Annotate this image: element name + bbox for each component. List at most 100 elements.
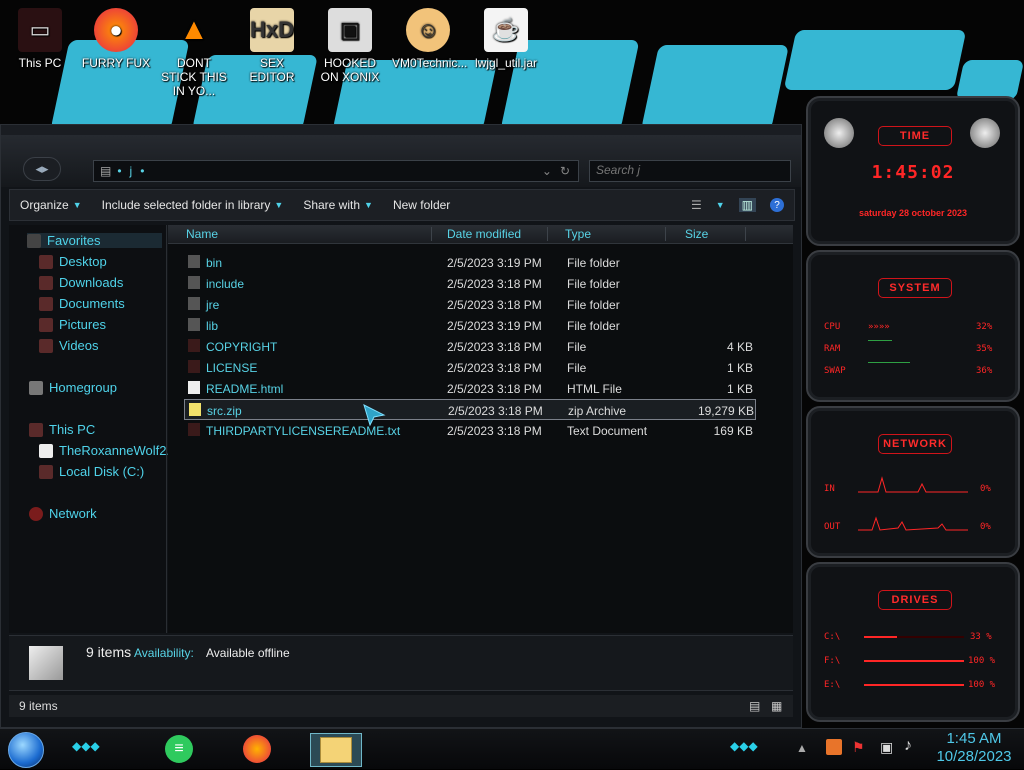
nav-item-network[interactable]: Network xyxy=(29,506,97,521)
view-options-icon[interactable]: ☰ xyxy=(691,198,702,212)
nav-item-homegroup[interactable]: Homegroup xyxy=(29,380,117,395)
folder-icon xyxy=(188,297,200,310)
computer-icon xyxy=(29,422,43,437)
window-title-bar[interactable] xyxy=(1,125,801,135)
network-icon[interactable]: ▣ xyxy=(880,739,893,756)
nav-item-pictures[interactable]: Pictures xyxy=(39,317,106,332)
desktop-icon-hooked-on-xonix[interactable]: ▣ HOOKED ON XONIX xyxy=(314,8,386,84)
preview-pane-icon[interactable]: ▥ xyxy=(738,198,756,212)
nav-item-label: Local Disk (C:) xyxy=(59,464,145,479)
java-update-icon[interactable] xyxy=(826,739,842,755)
nav-item-videos[interactable]: Videos xyxy=(39,338,99,353)
nav-item-local-disk[interactable]: Local Disk (C:) xyxy=(39,464,144,479)
java-icon: ☕ xyxy=(484,8,528,52)
chevron-down-icon[interactable]: ▼ xyxy=(716,200,725,210)
file-size: 4 KB xyxy=(726,340,753,354)
file-name: README.html xyxy=(206,382,284,396)
drives-gadget[interactable]: DRIVES C:\ 33 % F:\ 100 % E:\ 100 % xyxy=(806,562,1020,722)
column-header-name[interactable]: Name xyxy=(178,227,432,241)
nav-item-downloads[interactable]: Downloads xyxy=(39,275,123,290)
alien-head-icon xyxy=(970,118,1000,148)
file-type: File folder xyxy=(567,319,620,333)
taskbar-app-notes[interactable]: ≡ xyxy=(158,733,200,765)
include-in-library-button[interactable]: Include selected folder in library ▼ xyxy=(92,198,294,212)
nav-item-label: This PC xyxy=(49,422,96,437)
column-header-date[interactable]: Date modified xyxy=(441,227,548,241)
system-gadget[interactable]: SYSTEM CPU »»»» 32% RAM 35% SWAP 36% xyxy=(806,250,1020,402)
time-gadget[interactable]: TIME 1:45:02 saturday 28 october 2023 xyxy=(806,96,1020,246)
taskbar-app-file-explorer[interactable] xyxy=(310,733,362,767)
column-header-size[interactable]: Size xyxy=(681,227,746,241)
file-row[interactable]: include 2/5/2023 3:18 PM File folder xyxy=(168,273,758,294)
new-folder-button[interactable]: New folder xyxy=(383,198,460,212)
file-name: jre xyxy=(206,298,220,312)
organize-button[interactable]: Organize ▼ xyxy=(10,198,92,212)
file-date: 2/5/2023 3:18 PM xyxy=(447,361,542,375)
file-row-selected[interactable]: src.zip 2/5/2023 3:18 PM zip Archive 19,… xyxy=(184,399,756,420)
help-icon[interactable]: ? xyxy=(770,198,784,212)
desktop-icon-furry-fux[interactable]: ● FURRY FUX xyxy=(80,8,152,70)
nav-item-user[interactable]: TheRoxanneWolf2... xyxy=(39,443,177,458)
file-row[interactable]: bin 2/5/2023 3:19 PM File folder xyxy=(168,252,758,273)
multiple-items-icon xyxy=(29,646,63,680)
text-file-icon xyxy=(188,423,200,436)
show-hidden-icons-icon[interactable]: ▲ xyxy=(796,741,808,755)
chevron-right-icon[interactable]: • xyxy=(140,164,144,178)
dropdown-arrow-icon[interactable]: ⌄ xyxy=(542,164,552,178)
availability-label: Availability: xyxy=(134,646,194,660)
network-gadget[interactable]: NETWORK IN 0% OUT 0% xyxy=(806,406,1020,558)
start-button[interactable] xyxy=(8,732,44,768)
details-view-icon[interactable]: ▤ xyxy=(749,699,760,713)
column-header-row: Name Date modified Type Size xyxy=(168,225,793,244)
file-row[interactable]: lib 2/5/2023 3:19 PM File folder xyxy=(168,315,758,336)
taskbar-app-firefox[interactable] xyxy=(236,733,278,765)
file-name: COPYRIGHT xyxy=(206,340,278,354)
network-in-graph xyxy=(858,476,968,493)
file-row[interactable]: jre 2/5/2023 3:18 PM File folder xyxy=(168,294,758,315)
system-clock[interactable]: 1:45 AM 10/28/2023 xyxy=(926,729,1022,770)
nav-item-label: Documents xyxy=(59,296,125,311)
file-row[interactable]: LICENSE 2/5/2023 3:18 PM File 1 KB xyxy=(168,357,758,378)
file-date: 2/5/2023 3:18 PM xyxy=(447,298,542,312)
hard-drive-icon xyxy=(39,464,53,479)
ram-graph xyxy=(868,340,892,341)
back-forward-button[interactable]: ◂▸ xyxy=(23,157,61,181)
desktop-icon-sex-editor[interactable]: HxD SEX EDITOR xyxy=(236,8,308,84)
drive-f-value: 100 % xyxy=(968,656,996,666)
nav-item-this-pc[interactable]: This PC xyxy=(29,422,95,437)
breadcrumb-item[interactable]: j xyxy=(130,164,133,178)
refresh-icon[interactable]: ↻ xyxy=(560,164,570,178)
address-bar[interactable]: ▤ • j • ⌄ ↻ xyxy=(93,160,579,182)
file-row[interactable]: README.html 2/5/2023 3:18 PM HTML File 1… xyxy=(168,378,758,399)
pictures-icon xyxy=(39,317,53,332)
documents-icon xyxy=(39,296,53,311)
search-box[interactable] xyxy=(589,160,792,182)
file-row[interactable]: THIRDPARTYLICENSEREADME.txt 2/5/2023 3:1… xyxy=(168,420,758,441)
desktop-icon-this-pc[interactable]: ▭ This PC xyxy=(4,8,76,70)
nav-item-desktop[interactable]: Desktop xyxy=(39,254,107,269)
desktop-icon-lwjgl-util-jar[interactable]: ☕ lwjgl_util.jar xyxy=(470,8,542,70)
mouse-cursor-icon xyxy=(363,404,386,427)
action-center-icon[interactable]: ⚑ xyxy=(852,739,865,756)
search-input[interactable] xyxy=(590,161,792,179)
vlc-icon: ▲ xyxy=(179,13,209,46)
command-bar: Organize ▼ Include selected folder in li… xyxy=(9,189,795,221)
hxd-editor-icon: HxD xyxy=(250,8,294,52)
chevron-right-icon[interactable]: • xyxy=(117,164,121,178)
desktop-icon-vlc[interactable]: ▲ DONT STICK THIS IN YO... xyxy=(158,8,230,98)
desktop-icon-vm0technic[interactable]: ☺ VM0Technic... xyxy=(392,8,468,70)
homegroup-icon xyxy=(29,380,43,395)
large-icons-view-icon[interactable]: ▦ xyxy=(771,699,782,713)
share-with-button[interactable]: Share with ▼ xyxy=(293,198,383,212)
nav-item-favorites[interactable]: Favorites xyxy=(27,233,162,248)
volume-icon[interactable]: ♪ xyxy=(904,737,912,755)
file-size: 19,279 KB xyxy=(697,404,754,418)
desktop-icon-label: This PC xyxy=(18,56,62,70)
gadget-clock: 1:45:02 xyxy=(871,162,955,183)
cpu-label: CPU xyxy=(824,322,841,332)
desktop-icon-label: VM0Technic... xyxy=(392,56,468,70)
column-header-type[interactable]: Type xyxy=(561,227,666,241)
nav-item-documents[interactable]: Documents xyxy=(39,296,125,311)
nav-item-label: Desktop xyxy=(59,254,107,269)
file-row[interactable]: COPYRIGHT 2/5/2023 3:18 PM File 4 KB xyxy=(168,336,758,357)
